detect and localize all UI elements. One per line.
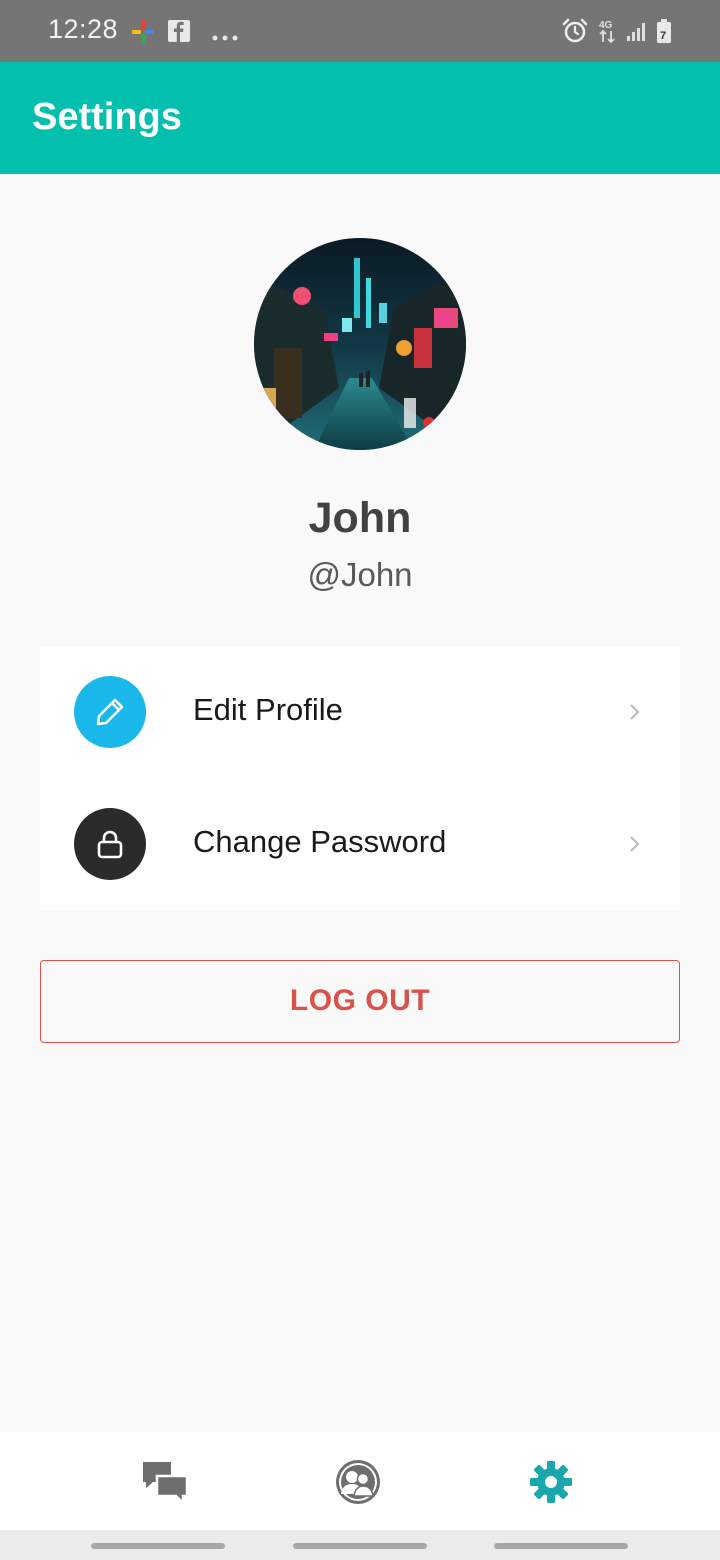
profile-name: John bbox=[308, 494, 412, 542]
contacts-icon bbox=[336, 1460, 380, 1504]
photos-pinwheel-icon bbox=[130, 18, 156, 51]
status-bar: 12:28 4G 7 bbox=[0, 0, 720, 62]
battery-icon: 7 bbox=[655, 18, 673, 49]
svg-text:4G: 4G bbox=[599, 20, 613, 31]
status-time: 12:28 bbox=[48, 14, 119, 44]
pencil-icon bbox=[96, 698, 124, 726]
logout-button[interactable]: LOG OUT bbox=[40, 960, 680, 1043]
page-title: Settings bbox=[32, 96, 182, 138]
signal-icon bbox=[626, 20, 648, 47]
chat-bubbles-icon bbox=[143, 1462, 189, 1507]
system-nav-bar bbox=[0, 1530, 720, 1560]
change-password-item[interactable]: Change Password bbox=[40, 778, 680, 910]
system-nav-recents[interactable] bbox=[91, 1543, 225, 1549]
alarm-icon bbox=[562, 18, 588, 49]
facebook-icon bbox=[168, 20, 190, 47]
edit-profile-label: Edit Profile bbox=[193, 692, 343, 727]
bottom-nav bbox=[0, 1432, 720, 1530]
nav-contacts-button[interactable] bbox=[334, 1458, 382, 1506]
system-nav-home[interactable] bbox=[293, 1543, 427, 1549]
change-password-label: Change Password bbox=[193, 824, 447, 859]
profile-handle: @John bbox=[307, 556, 413, 593]
4g-data-icon: 4G bbox=[598, 18, 618, 49]
settings-menu: Edit Profile Change Password bbox=[40, 646, 680, 910]
edit-profile-item[interactable]: Edit Profile bbox=[40, 646, 680, 778]
avatar[interactable] bbox=[254, 238, 466, 450]
more-dots-icon bbox=[212, 28, 238, 46]
change-password-icon-circle bbox=[74, 808, 146, 880]
chevron-right-icon bbox=[628, 834, 642, 859]
app-bar: Settings bbox=[0, 62, 720, 174]
lock-icon bbox=[97, 830, 123, 859]
battery-level: 7 bbox=[660, 30, 666, 42]
avatar-photo bbox=[254, 238, 466, 450]
chevron-right-icon bbox=[628, 702, 642, 727]
edit-profile-icon-circle bbox=[74, 676, 146, 748]
nav-chats-button[interactable] bbox=[141, 1458, 189, 1507]
nav-settings-button[interactable] bbox=[527, 1458, 575, 1506]
system-nav-back[interactable] bbox=[494, 1543, 628, 1549]
gear-icon bbox=[530, 1461, 572, 1503]
